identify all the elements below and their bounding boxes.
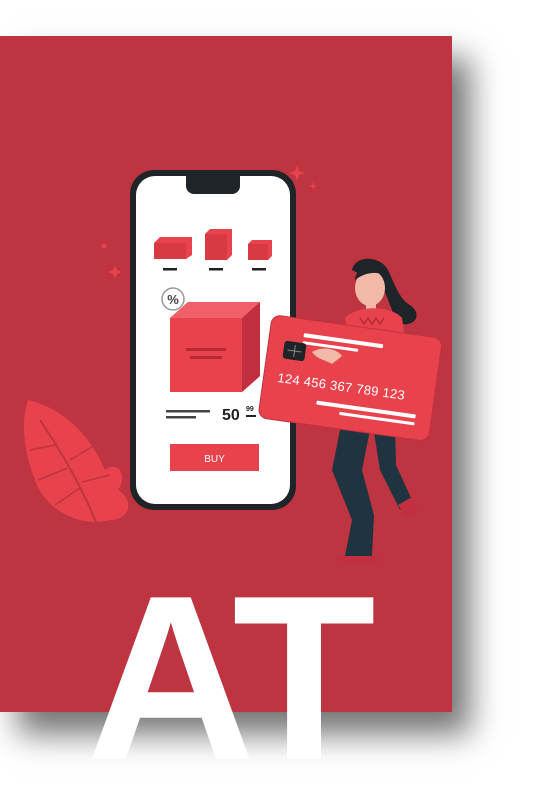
price-cents: 99 — [246, 406, 254, 413]
buy-button-label: BUY — [204, 454, 225, 465]
price-line — [166, 410, 210, 413]
percent-icon: % — [167, 292, 179, 307]
price-main: 50 — [222, 407, 240, 424]
headline: AT — [86, 546, 376, 809]
box-icon — [170, 302, 260, 392]
leaf-icon — [24, 400, 129, 539]
price-dash — [246, 415, 256, 417]
phone-notch — [186, 176, 240, 194]
price-line — [166, 416, 196, 419]
